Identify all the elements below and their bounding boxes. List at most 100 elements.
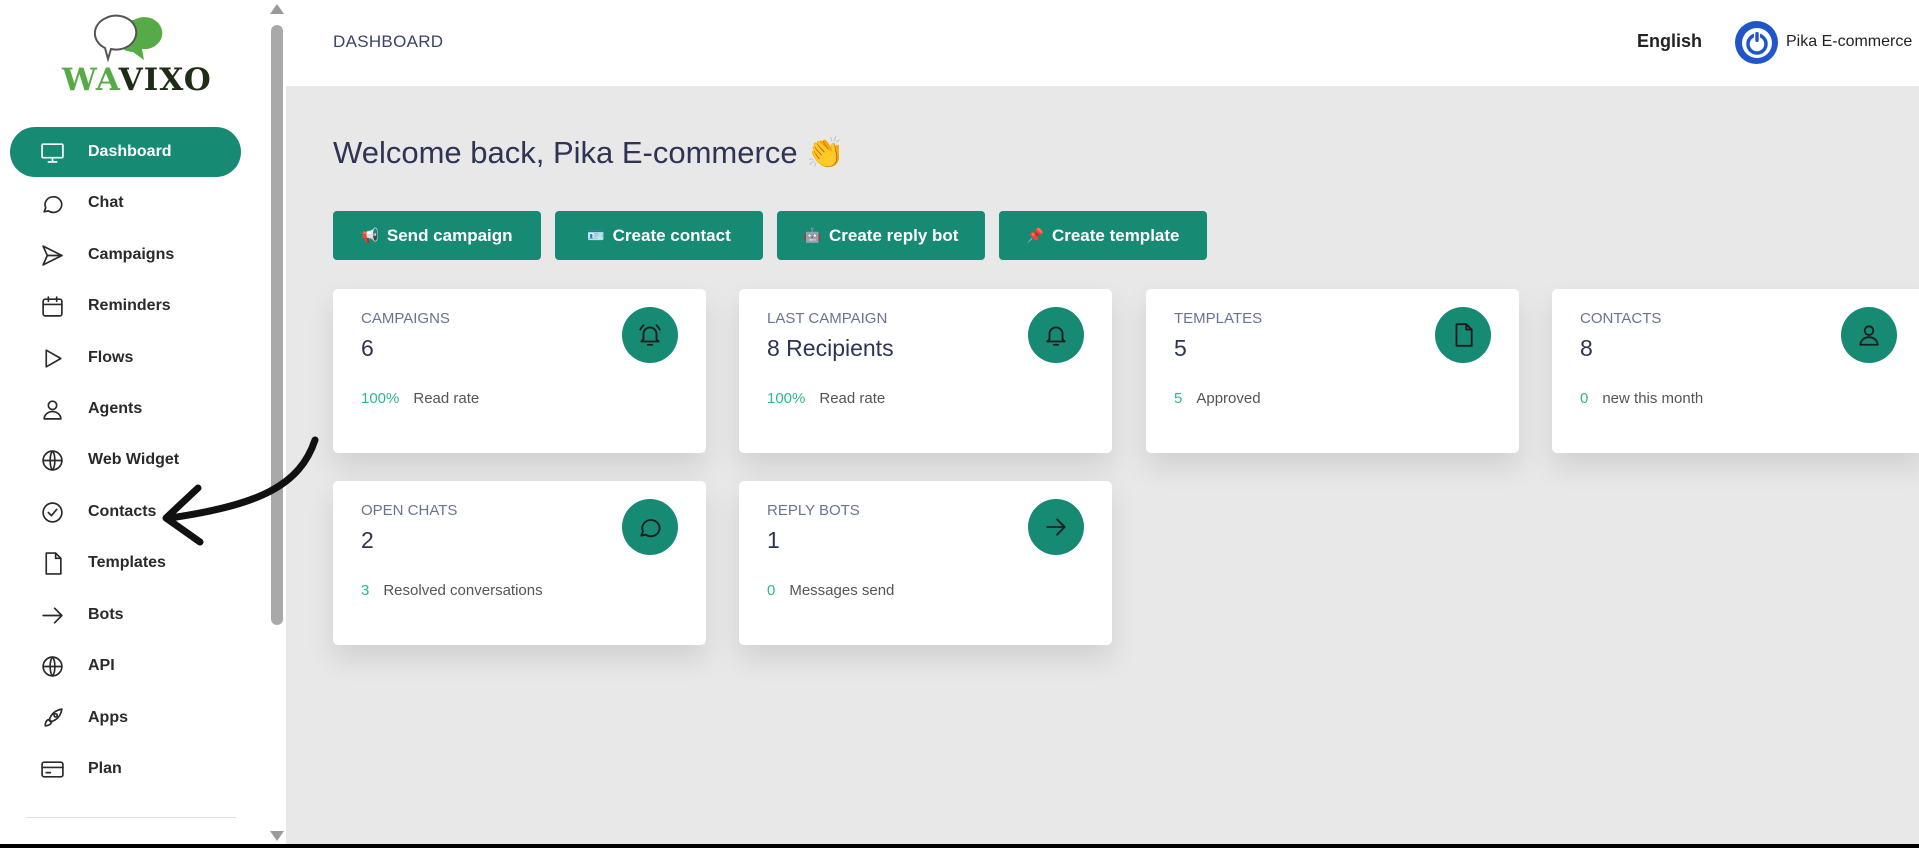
- card-label: OPEN CHATS: [361, 502, 458, 519]
- sidebar-item-plan[interactable]: Plan: [10, 744, 241, 794]
- campaigns-card[interactable]: CAMPAIGNS 6 100% Read rate: [333, 289, 706, 453]
- card-foot-number: 5: [1174, 390, 1183, 407]
- card-foot-number: 0: [767, 582, 776, 599]
- avatar[interactable]: [1735, 21, 1778, 64]
- globe-icon: [38, 446, 66, 474]
- credit-card-icon: [38, 755, 66, 783]
- sidebar-item-label: Agents: [88, 400, 143, 417]
- sidebar-item-reminders[interactable]: Reminders: [10, 281, 241, 331]
- reply-bots-card[interactable]: REPLY BOTS 1 0 Messages send: [739, 481, 1112, 645]
- create-template-button[interactable]: 📌 Create template: [999, 211, 1207, 260]
- card-value: 1: [767, 527, 780, 553]
- check-circle-icon: [38, 498, 66, 526]
- sidebar-item-templates[interactable]: Templates: [10, 538, 241, 588]
- send-campaign-button[interactable]: 📢 Send campaign: [333, 211, 541, 260]
- bell-ring-icon: [622, 307, 678, 363]
- sidebar-item-api[interactable]: API: [10, 641, 241, 691]
- create-reply-bot-label: Create reply bot: [829, 225, 959, 245]
- sidebar-divider: [26, 817, 236, 818]
- scroll-thumb[interactable]: [271, 25, 283, 625]
- card-foot-number: 100%: [767, 390, 806, 407]
- card-label: TEMPLATES: [1174, 310, 1263, 327]
- sidebar-item-dashboard[interactable]: Dashboard: [10, 127, 241, 177]
- card-foot: 3 Resolved conversations: [361, 582, 543, 599]
- sidebar: WAVIXO Dashboard Chat Campaigns Reminder…: [0, 0, 266, 848]
- card-foot-text: Messages send: [789, 582, 895, 599]
- arrow-right-icon: [1028, 499, 1084, 555]
- sidebar-item-label: Contacts: [88, 503, 157, 520]
- play-icon: [38, 344, 66, 372]
- sidebar-item-bots[interactable]: Bots: [10, 590, 241, 640]
- scroll-up-icon[interactable]: [270, 4, 284, 14]
- card-foot-number: 3: [361, 582, 370, 599]
- card-foot: 100% Read rate: [767, 390, 885, 407]
- sidebar-item-web-widget[interactable]: Web Widget: [10, 435, 241, 485]
- card-foot-number: 0: [1580, 390, 1589, 407]
- globe-icon: [38, 652, 66, 680]
- sidebar-item-campaigns[interactable]: Campaigns: [10, 230, 241, 280]
- chat-bubbles-logo-icon: [94, 14, 163, 63]
- monitor-icon: [38, 138, 66, 166]
- card-label: REPLY BOTS: [767, 502, 860, 519]
- main-content: Welcome back, Pika E-commerce 👏 📢 Send c…: [286, 86, 1919, 848]
- calendar-icon: [38, 292, 66, 320]
- pin-icon: 📌: [1026, 227, 1044, 243]
- chat-bubble-icon: [622, 499, 678, 555]
- create-contact-button[interactable]: 🪪 Create contact: [555, 211, 763, 260]
- megaphone-icon: 📢: [361, 227, 379, 243]
- sidebar-item-label: Flows: [88, 349, 134, 366]
- sidebar-item-apps[interactable]: Apps: [10, 693, 241, 743]
- card-value: 8: [1580, 335, 1593, 361]
- templates-card[interactable]: TEMPLATES 5 5 Approved: [1146, 289, 1519, 453]
- bell-icon: [1028, 307, 1084, 363]
- chat-bubble-icon: [38, 189, 66, 217]
- bottom-edge: [0, 844, 1919, 848]
- card-label: LAST CAMPAIGN: [767, 310, 888, 327]
- sidebar-item-label: Dashboard: [88, 143, 172, 160]
- arrow-right-icon: [38, 601, 66, 629]
- open-chats-card[interactable]: OPEN CHATS 2 3 Resolved conversations: [333, 481, 706, 645]
- user-name[interactable]: Pika E-commerce: [1786, 33, 1912, 51]
- card-foot-number: 100%: [361, 390, 400, 407]
- card-value: 8 Recipients: [767, 335, 894, 361]
- card-foot-text: Resolved conversations: [383, 582, 543, 599]
- card-value: 2: [361, 527, 374, 553]
- welcome-heading: Welcome back, Pika E-commerce 👏: [333, 135, 845, 170]
- sidebar-scrollbar[interactable]: [266, 0, 286, 848]
- card-foot-text: new this month: [1602, 390, 1704, 407]
- top-header: DASHBOARD English Pika E-commerce: [286, 0, 1919, 86]
- card-foot: 0 Messages send: [767, 582, 894, 599]
- sidebar-item-label: Reminders: [88, 297, 171, 314]
- create-reply-bot-button[interactable]: 🤖 Create reply bot: [777, 211, 985, 260]
- robot-icon: 🤖: [803, 227, 821, 243]
- create-contact-label: Create contact: [612, 225, 731, 245]
- sidebar-item-label: Campaigns: [88, 246, 175, 263]
- file-icon: [1435, 307, 1491, 363]
- sidebar-item-label: Bots: [88, 606, 124, 623]
- sidebar-item-flows[interactable]: Flows: [10, 333, 241, 383]
- user-icon: [38, 395, 66, 423]
- create-template-label: Create template: [1051, 225, 1180, 245]
- power-icon: [1741, 27, 1772, 58]
- scroll-down-icon[interactable]: [270, 831, 284, 841]
- sidebar-item-label: Chat: [88, 194, 124, 211]
- send-icon: [38, 241, 66, 269]
- card-value: 6: [361, 335, 374, 361]
- send-campaign-label: Send campaign: [386, 225, 513, 245]
- wavixo-logo[interactable]: WAVIXO: [58, 14, 211, 98]
- card-foot: 100% Read rate: [361, 390, 479, 407]
- file-icon: [38, 549, 66, 577]
- card-label: CONTACTS: [1580, 310, 1662, 327]
- rocket-icon: [38, 704, 66, 732]
- contacts-card[interactable]: CONTACTS 8 0 new this month: [1552, 289, 1919, 453]
- language-selector[interactable]: English: [1637, 31, 1702, 52]
- sidebar-item-agents[interactable]: Agents: [10, 384, 241, 434]
- sidebar-item-label: Plan: [88, 760, 122, 777]
- card-foot: 0 new this month: [1580, 390, 1703, 407]
- sidebar-item-contacts[interactable]: Contacts: [10, 487, 241, 537]
- sidebar-item-chat[interactable]: Chat: [10, 178, 241, 228]
- user-icon: [1841, 307, 1897, 363]
- logo-wa: WA: [62, 62, 119, 98]
- last-campaign-card[interactable]: LAST CAMPAIGN 8 Recipients 100% Read rate: [739, 289, 1112, 453]
- card-foot-text: Read rate: [413, 390, 480, 407]
